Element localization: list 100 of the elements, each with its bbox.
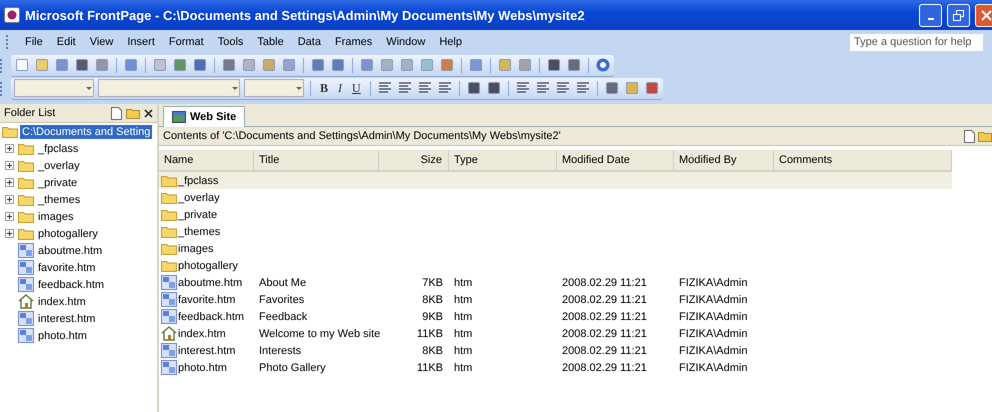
toolbar-icon[interactable] (486, 80, 502, 96)
toolbar-icon[interactable] (604, 80, 620, 96)
menu-item[interactable]: Tools (212, 34, 250, 50)
tree-item[interactable]: _private (38, 176, 78, 188)
web-page-icon (18, 243, 34, 258)
menu-item[interactable]: Data (292, 34, 327, 50)
toolbar-icon[interactable] (192, 57, 208, 73)
folder-icon (161, 225, 177, 238)
format-button[interactable]: I (335, 80, 346, 96)
file-row[interactable]: feedback.htm Feedback 9KB htm 2008.02.29 11:21 FIZIKA\Admin (159, 308, 992, 325)
tree-item[interactable]: aboutme.htm (38, 244, 102, 256)
file-row[interactable]: _overlay (159, 189, 992, 206)
dropdown-arrow-icon (85, 86, 93, 90)
help-search-field[interactable]: Type a question for help (849, 32, 984, 52)
new-page-icon[interactable] (111, 106, 122, 120)
toolbar-icon[interactable] (221, 57, 237, 73)
file-name: photogallery (178, 260, 238, 272)
column-header[interactable]: Modified Date (557, 150, 674, 172)
menu-item[interactable]: Insert (121, 34, 161, 50)
column-header[interactable]: Modified By (674, 150, 774, 172)
tree-item[interactable]: interest.htm (38, 312, 96, 324)
format-button[interactable]: B (317, 80, 332, 96)
file-row[interactable]: _private (159, 206, 992, 223)
file-name: photo.htm (178, 362, 227, 374)
format-button[interactable]: U (349, 80, 364, 96)
file-name: _overlay (178, 192, 220, 204)
column-header[interactable]: Comments (774, 150, 952, 172)
folder-icon[interactable] (978, 130, 992, 142)
close-icon (981, 10, 992, 20)
menu-item[interactable]: View (84, 34, 120, 50)
close-icon[interactable] (144, 108, 153, 118)
table-cell-text: Interests (258, 344, 302, 358)
column-header[interactable]: Type (449, 150, 557, 172)
tree-item[interactable]: images (38, 210, 74, 222)
folder-icon (161, 242, 177, 255)
expand-icon[interactable] (5, 161, 14, 170)
column-header[interactable]: Name (159, 150, 254, 172)
expand-icon[interactable] (5, 195, 14, 204)
house-icon (18, 294, 34, 309)
menu-item[interactable]: Edit (50, 34, 82, 50)
close-button[interactable] (975, 4, 992, 26)
folder-icon (18, 176, 34, 189)
tree-item[interactable]: photogallery (38, 228, 98, 240)
menu-item[interactable]: Format (162, 34, 210, 50)
folder-icon (161, 191, 177, 204)
expand-icon[interactable] (5, 229, 14, 238)
tree-item[interactable]: _themes (38, 194, 80, 206)
toolbar-icon[interactable] (566, 57, 582, 73)
restore-button[interactable] (947, 4, 970, 26)
table-cell-text: FIZIKA\Admin (678, 310, 748, 324)
folder-icon (18, 210, 34, 223)
web-site-tab[interactable]: Web Site (163, 106, 246, 127)
menu-item[interactable]: Window (380, 34, 432, 50)
table-cell-text: FIZIKA\Admin (678, 360, 748, 376)
file-row[interactable]: _themes (159, 223, 992, 240)
file-row[interactable]: index.htm Welcome to my Web site 11KB htm 2008.02.29 11:21 FIZIKA\Admin (159, 325, 992, 342)
file-row[interactable]: photogallery (159, 257, 992, 274)
tree-item[interactable]: index.htm (38, 296, 86, 308)
tree-item[interactable]: feedback.htm (38, 278, 104, 290)
folder-icon (161, 208, 177, 221)
tree-item[interactable]: favorite.htm (38, 262, 96, 274)
table-cell-text: Welcome to my Web site (258, 326, 379, 342)
new-page-icon[interactable] (964, 130, 975, 142)
toolbar-icon[interactable] (644, 80, 660, 96)
toolbar-icon[interactable] (310, 57, 326, 73)
file-row[interactable]: favorite.htm Favorites 8KB htm 2008.02.29 11:21 FIZIKA\Admin (159, 291, 992, 308)
table-cell-text: htm (453, 326, 474, 342)
tree-item[interactable]: photo.htm (38, 330, 87, 342)
file-row[interactable]: aboutme.htm About Me 7KB htm 2008.02.29 11:21 FIZIKA\Admin (159, 274, 992, 291)
column-header[interactable]: Size (379, 150, 449, 172)
file-row[interactable]: photo.htm Photo Gallery 11KB htm 2008.02.29 11:21 FIZIKA\Admin (159, 359, 992, 376)
tree-item[interactable]: _fpclass (38, 142, 78, 154)
table-cell-text: FIZIKA\Admin (678, 276, 748, 290)
menu-item[interactable]: Table (251, 34, 290, 50)
folder-icon (18, 159, 34, 172)
minimize-icon (928, 18, 934, 20)
expand-icon[interactable] (5, 212, 14, 221)
toolbar-icon[interactable] (330, 57, 346, 73)
minimize-button[interactable] (919, 4, 942, 26)
dropdown-arrow-icon (295, 86, 303, 90)
column-header[interactable]: Title (254, 150, 379, 172)
menu-item[interactable]: Frames (328, 34, 378, 50)
dropdown-arrow-icon (231, 86, 239, 90)
menu-item[interactable]: Help (433, 34, 468, 50)
file-name: images (178, 242, 214, 254)
toolbar-icon[interactable] (546, 57, 562, 73)
toolbar-icon[interactable] (466, 80, 482, 96)
app-icon (4, 7, 20, 23)
web-page-icon (161, 309, 177, 324)
expand-icon[interactable] (5, 178, 14, 187)
menu-item[interactable]: File (19, 34, 49, 50)
toolbar-icon[interactable] (595, 57, 611, 73)
tree-item[interactable]: C:\Documents and Setting (20, 124, 152, 138)
file-row[interactable]: images (159, 240, 992, 257)
expand-icon[interactable] (5, 144, 14, 153)
toolbar-icon[interactable] (74, 57, 90, 73)
file-row[interactable]: _fpclass (159, 172, 952, 189)
tree-item[interactable]: _overlay (38, 160, 80, 172)
file-row[interactable]: interest.htm Interests 8KB htm 2008.02.29 11:21 FIZIKA\Admin (159, 342, 992, 359)
web-page-icon (18, 328, 34, 343)
